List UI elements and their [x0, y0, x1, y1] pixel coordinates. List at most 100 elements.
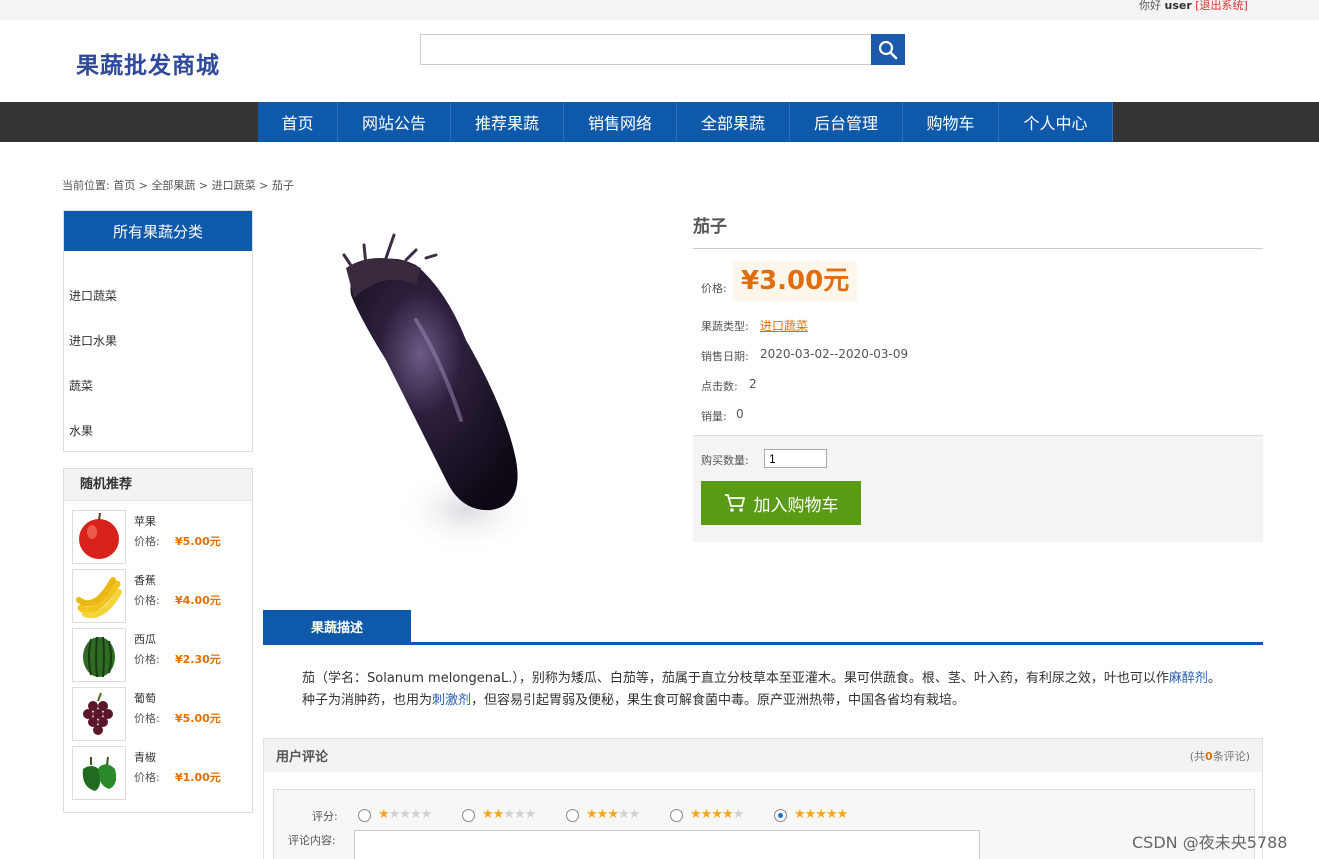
rating-stars-4[interactable]: ★★★★★ [690, 807, 745, 822]
star-icon: ★ [586, 807, 598, 822]
category-sidebar: 所有果蔬分类 进口蔬菜 进口水果 蔬菜 水果 [63, 210, 253, 452]
recommend-price: ¥1.00元 [175, 771, 221, 784]
recommend-price: ¥5.00元 [175, 535, 221, 548]
star-icon: ★ [513, 807, 526, 822]
type-label: 果蔬类型: [701, 320, 749, 333]
detail-tabs: 果蔬描述 [263, 610, 1263, 645]
category-fruit[interactable]: 水果 [69, 422, 93, 439]
reviews-section: 用户评论 (共0条评论) 评分: ★★★★★ ★★★★★ ★★★★★ ★★★★★ ★★★… [263, 738, 1263, 859]
rating-radio-5[interactable] [774, 809, 787, 822]
recommend-item[interactable]: 葡萄 价格: ¥5.00元 [72, 687, 247, 743]
type-link[interactable]: 进口蔬菜 [760, 319, 808, 333]
watermelon-image[interactable] [72, 628, 126, 682]
recommend-item[interactable]: 青椒 价格: ¥1.00元 [72, 746, 247, 802]
star-icon: ★ [607, 807, 619, 822]
rating-radio-2[interactable] [462, 809, 475, 822]
product-description: 茄（学名：Solanum melongenaL.），别称为矮瓜、白茄等，茄属于直… [302, 668, 1232, 712]
apple-image[interactable] [72, 510, 126, 564]
star-icon: ★ [711, 807, 723, 822]
star-icon: ★ [732, 807, 745, 822]
recommend-name[interactable]: 葡萄 [134, 690, 156, 706]
star-icon: ★ [503, 807, 515, 822]
watermark: CSDN @夜未央5788 [1132, 833, 1288, 852]
breadcrumb-home[interactable]: 首页 [113, 179, 135, 192]
rating-stars-3[interactable]: ★★★★★ [586, 807, 641, 822]
reviews-header: 用户评论 (共0条评论) [264, 739, 1262, 772]
star-icon: ★ [420, 807, 433, 822]
category-imported-veg[interactable]: 进口蔬菜 [69, 287, 117, 304]
search-icon [878, 40, 898, 59]
date-label: 销售日期: [701, 350, 749, 363]
recommend-title: 随机推荐 [64, 469, 252, 501]
site-logo[interactable]: 果蔬批发商城 [76, 46, 220, 80]
rating-label: 评分: [312, 810, 338, 823]
rating-radio-3[interactable] [566, 809, 579, 822]
rating-stars-2[interactable]: ★★★★★ [482, 807, 536, 822]
star-icon: ★ [690, 807, 702, 822]
stimulant-link[interactable]: 刺激剂 [432, 693, 471, 708]
recommend-item[interactable]: 苹果 价格: ¥5.00元 [72, 510, 247, 566]
recommend-price-label: 价格: [134, 653, 160, 666]
star-icon: ★ [836, 807, 849, 822]
recommend-item[interactable]: 西瓜 价格: ¥2.30元 [72, 628, 247, 684]
anesthetic-link[interactable]: 麻醉剂 [1169, 671, 1208, 686]
nav-recommend[interactable]: 推荐果蔬 [451, 102, 564, 142]
breadcrumb-all[interactable]: 全部果蔬 [151, 179, 195, 192]
reviews-title: 用户评论 [276, 750, 329, 765]
rating-radio-1[interactable] [358, 809, 371, 822]
cart-icon [724, 494, 745, 512]
greeting-text: 你好 [1139, 0, 1161, 12]
search-button[interactable] [871, 34, 905, 65]
nav-cart[interactable]: 购物车 [903, 102, 999, 142]
recommend-sidebar: 随机推荐 苹果 价格: ¥5.00元 香蕉 价格: ¥4.00元 西瓜 价格: … [63, 468, 253, 813]
add-to-cart-button[interactable]: 加入购物车 [701, 481, 861, 525]
category-title: 所有果蔬分类 [64, 211, 252, 251]
rating-stars-1[interactable]: ★★★★★ [378, 807, 433, 822]
green-pepper-image[interactable] [72, 746, 126, 800]
username: user [1164, 0, 1192, 12]
nav-admin[interactable]: 后台管理 [790, 102, 903, 142]
recommend-price: ¥4.00元 [175, 594, 221, 607]
breadcrumb-category[interactable]: 进口蔬菜 [212, 179, 256, 192]
price-label: 价格: [701, 282, 727, 295]
recommend-name[interactable]: 西瓜 [134, 631, 156, 647]
category-veg[interactable]: 蔬菜 [69, 377, 93, 394]
nav-notice[interactable]: 网站公告 [338, 102, 451, 142]
recommend-item[interactable]: 香蕉 价格: ¥4.00元 [72, 569, 247, 625]
recommend-price-label: 价格: [134, 771, 160, 784]
grape-image[interactable] [72, 687, 126, 741]
breadcrumb-current: 茄子 [271, 179, 294, 192]
nav-all-products[interactable]: 全部果蔬 [677, 102, 790, 142]
breadcrumb: 当前位置: 首页 > 全部果蔬 > 进口蔬菜 > 茄子 [62, 179, 294, 192]
main-nav: 首页 网站公告 推荐果蔬 销售网络 全部果蔬 后台管理 购物车 个人中心 [258, 102, 1113, 142]
nav-sales-network[interactable]: 销售网络 [564, 102, 677, 142]
nav-user-center[interactable]: 个人中心 [999, 102, 1113, 142]
star-icon: ★ [825, 807, 838, 822]
rating-stars-5[interactable]: ★★★★★ [794, 807, 849, 822]
category-imported-fruit[interactable]: 进口水果 [69, 332, 117, 349]
description-text: ，但容易引起胃弱及便秘，果生食可解食菌中毒。原产亚洲热带，中国各省均有栽培。 [471, 693, 966, 708]
recommend-name[interactable]: 苹果 [134, 513, 156, 529]
banana-image[interactable] [72, 569, 126, 623]
logout-link[interactable]: [退出系统] [1195, 0, 1248, 12]
review-textarea[interactable] [354, 830, 980, 859]
recommend-price: ¥5.00元 [175, 712, 221, 725]
recommend-name[interactable]: 青椒 [134, 749, 156, 765]
nav-home[interactable]: 首页 [258, 102, 338, 142]
recommend-price: ¥2.30元 [175, 653, 221, 666]
product-price: ¥3.00元 [733, 261, 858, 301]
search-input[interactable] [420, 34, 872, 65]
star-icon: ★ [794, 807, 806, 822]
review-count-prefix: (共 [1189, 749, 1206, 763]
rating-radio-4[interactable] [670, 809, 683, 822]
quantity-input[interactable] [764, 449, 827, 468]
clicks-label: 点击数: [701, 380, 738, 393]
review-count-number: 0 [1205, 749, 1213, 763]
recommend-price-label: 价格: [134, 535, 160, 548]
tab-description[interactable]: 果蔬描述 [263, 610, 411, 643]
star-icon: ★ [628, 807, 641, 822]
star-icon: ★ [492, 807, 505, 822]
star-icon: ★ [378, 807, 390, 822]
recommend-name[interactable]: 香蕉 [134, 572, 156, 588]
review-count-suffix: 条评论) [1212, 749, 1250, 763]
